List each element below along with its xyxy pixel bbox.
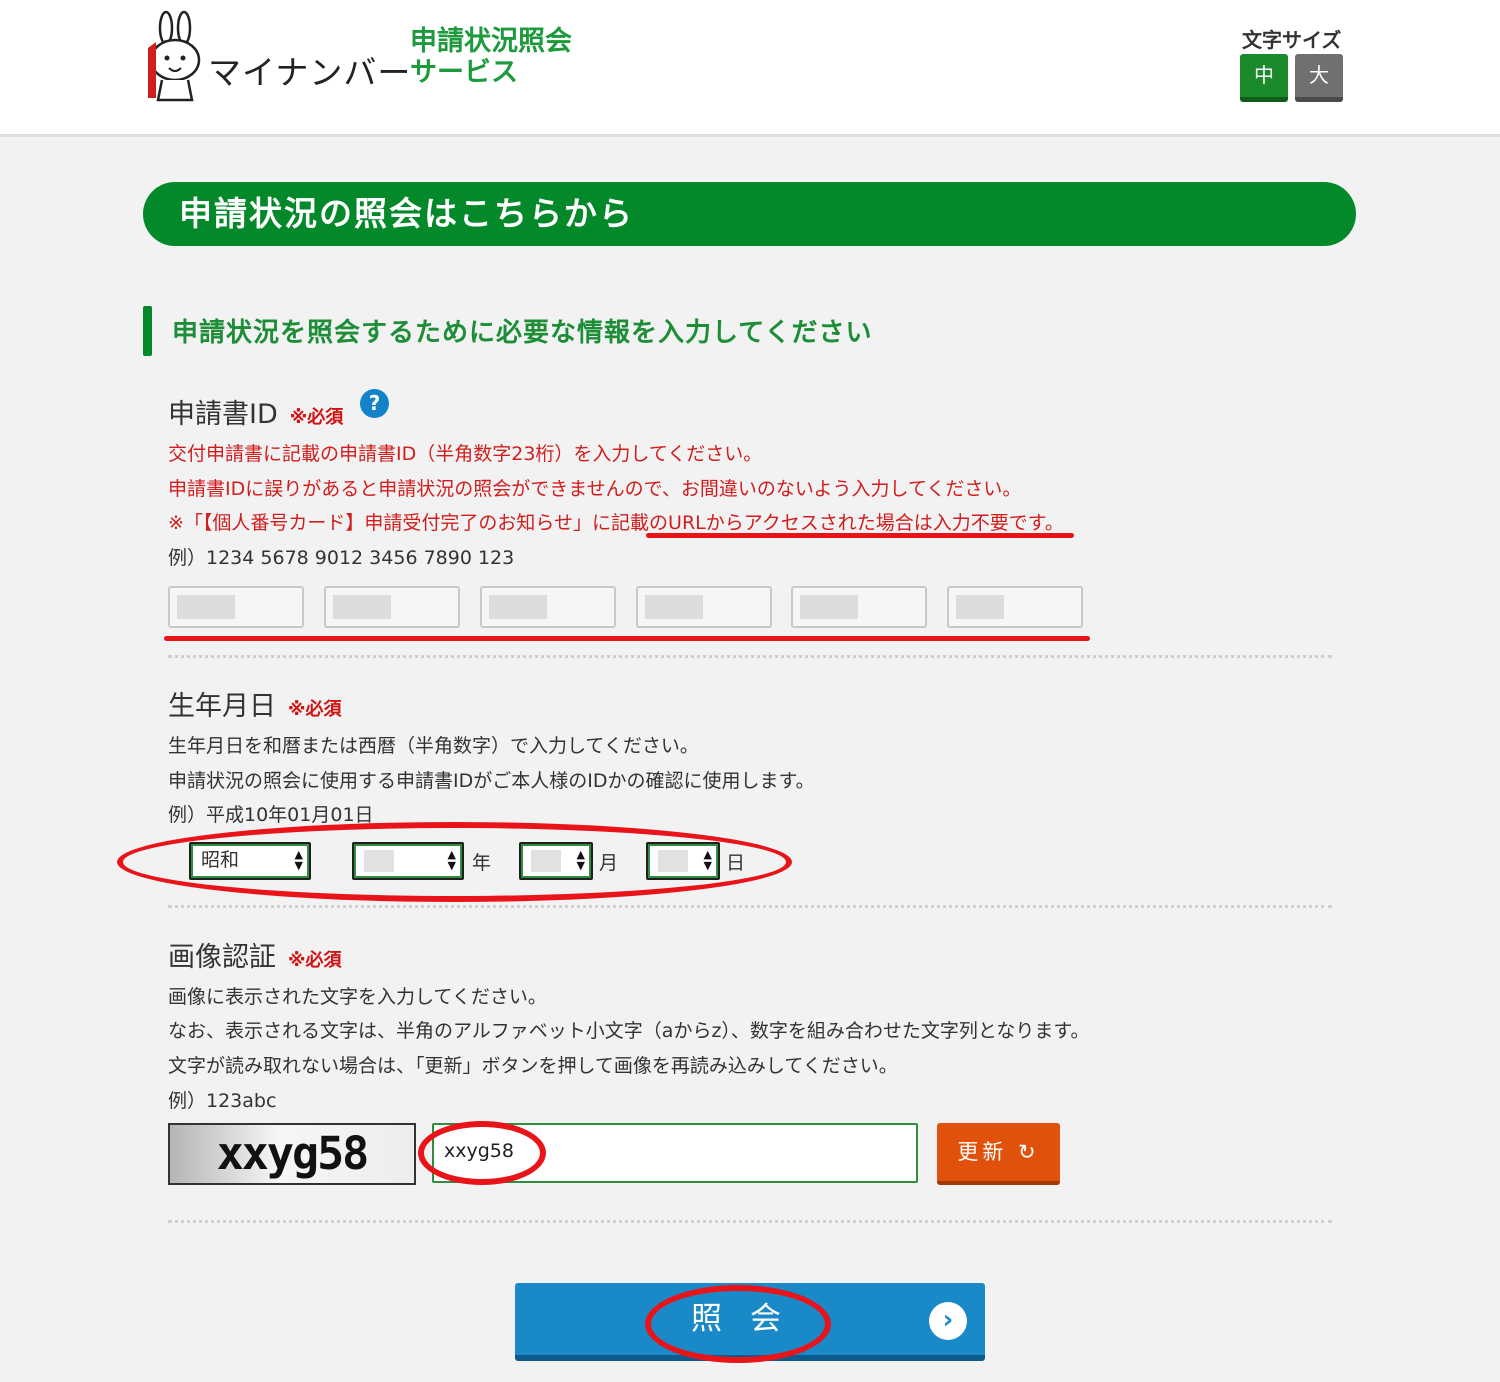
chevron-right-circle-icon: › [929,1302,967,1340]
month-select[interactable]: ▲ ▼ [519,842,593,880]
annotation-underline-id-inputs [164,636,1090,641]
captcha-desc-3: 文字が読み取れない場合は、「更新」ボタンを押して画像を再読み込みしてください。 [168,1055,898,1077]
era-select-value: 昭和 [201,849,240,871]
annotation-underline-url-note [646,533,1074,538]
application-id-input-5[interactable] [791,586,927,628]
required-mark: ※必須 [288,950,342,971]
application-id-input-6[interactable] [947,586,1083,628]
month-unit: 月 [599,852,619,874]
application-id-input-4[interactable] [636,586,772,628]
service-name-line1: 申請状況照会 [410,26,572,57]
day-unit: 日 [726,852,746,874]
masked-value [364,850,394,872]
captcha-example: 例）123abc [168,1090,277,1112]
era-select[interactable]: 昭和 ▲ ▼ [189,842,311,880]
section-heading-bar [143,306,152,356]
year-select[interactable]: ▲ ▼ [352,842,464,880]
service-name: 申請状況照会 サービス [410,26,572,88]
day-select[interactable]: ▲ ▼ [646,842,720,880]
masked-value [645,595,703,619]
application-id-label-text: 申請書ID [168,399,278,430]
year-unit: 年 [472,852,492,874]
updown-arrow-icon: ▲ ▼ [447,848,456,872]
masked-value [800,595,858,619]
application-id-input-2[interactable] [324,586,460,628]
page-title-banner: 申請状況の照会はこちらから [143,182,1356,246]
required-mark: ※必須 [288,699,342,720]
font-size-medium-button[interactable]: 中 [1240,54,1288,102]
question-circle-icon[interactable]: ? [360,389,389,418]
font-size-label: 文字サイズ [1242,28,1342,52]
section-heading: 申請状況を照会するために必要な情報を入力してください [172,318,873,348]
updown-arrow-icon: ▲ ▼ [703,848,712,872]
divider [168,655,1332,658]
masked-value [531,850,561,872]
site-header: マイナンバー 申請状況照会 サービス 文字サイズ 中 大 [0,0,1500,137]
logo-text: マイナンバー [208,53,412,92]
application-id-label: 申請書ID ※必須 [168,392,343,431]
application-id-desc-3: ※「【個人番号カード】申請受付完了のお知らせ」に記載のURLからアクセスされた場… [168,512,1064,534]
application-id-input-1[interactable] [168,586,304,628]
application-id-desc-2: 申請書IDに誤りがあると申請状況の照会ができませんので、お間違いのないよう入力し… [168,478,1022,500]
birth-date-desc-2: 申請状況の照会に使用する申請書IDがご本人様のIDかの確認に使用します。 [168,770,815,792]
birth-date-label-text: 生年月日 [168,691,276,722]
captcha-input[interactable]: xxyg58 [432,1123,918,1183]
birth-date-label: 生年月日 ※必須 [168,684,342,723]
application-id-example: 例）1234 5678 9012 3456 7890 123 [168,547,515,569]
masked-value [956,595,1004,619]
masked-value [489,595,547,619]
font-size-large-button[interactable]: 大 [1295,54,1343,102]
refresh-button[interactable]: 更新 ↻ [937,1123,1060,1185]
updown-arrow-icon: ▲ ▼ [576,848,585,872]
service-name-line2: サービス [410,57,518,88]
masked-value [333,595,391,619]
application-id-desc-1: 交付申請書に記載の申請書ID（半角数字23桁）を入力してください。 [168,443,763,465]
divider [168,1220,1332,1223]
application-id-input-3[interactable] [480,586,616,628]
masked-value [658,850,688,872]
birth-date-example: 例）平成10年01月01日 [168,804,374,826]
captcha-desc-1: 画像に表示された文字を入力してください。 [168,986,547,1008]
captcha-desc-2: なお、表示される文字は、半角のアルファベット小文字（aからz）、数字を組み合わせ… [168,1020,1090,1042]
updown-arrow-icon: ▲ ▼ [294,848,303,872]
submit-inquiry-button[interactable]: 照会 [515,1283,985,1361]
captcha-label: 画像認証 ※必須 [168,935,342,974]
mynumber-mascot-logo [148,10,201,102]
divider [168,905,1332,908]
masked-value [177,595,235,619]
required-mark: ※必須 [289,407,344,428]
captcha-label-text: 画像認証 [168,942,276,973]
captcha-image: xxyg58 [168,1123,416,1185]
birth-date-desc-1: 生年月日を和暦または西暦（半角数字）で入力してください。 [168,735,699,757]
